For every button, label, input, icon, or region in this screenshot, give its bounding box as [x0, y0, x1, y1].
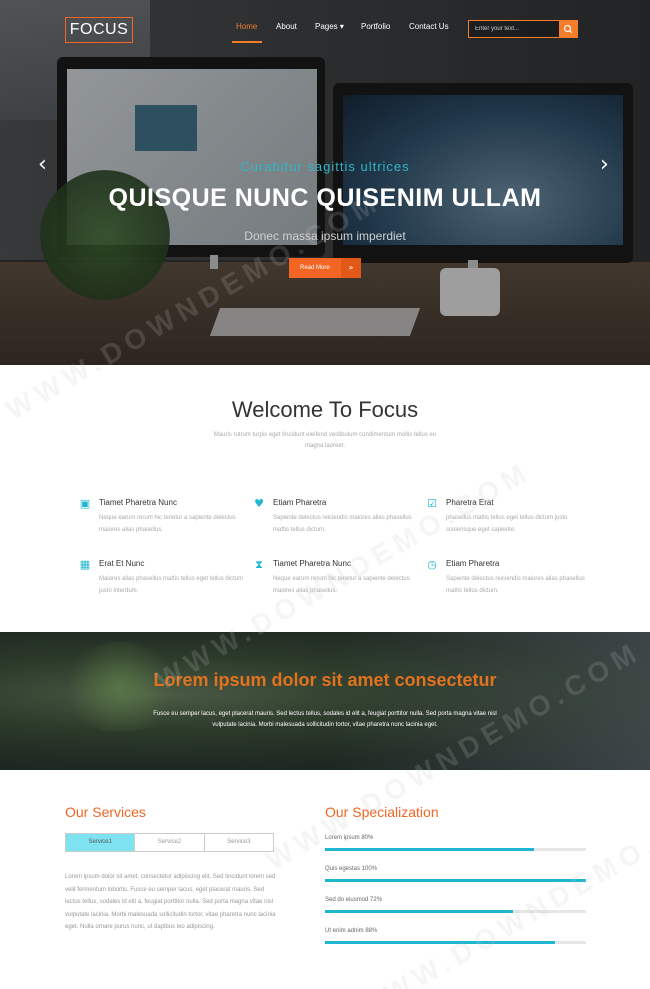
banner-blur-light	[330, 632, 650, 770]
welcome-title: Welcome To Focus	[231, 397, 419, 422]
nav-link-about[interactable]: About	[276, 22, 297, 31]
nav-item-contact[interactable]: Contact Us	[409, 22, 449, 31]
hero-title: QUISQUE NUNC QUISENIM ULLAM	[108, 184, 542, 212]
skill-track	[325, 941, 586, 944]
banner-title: Lorem ipsum dolor sit amet consectetur	[153, 670, 497, 690]
nav-link-pages[interactable]: Pages ▾	[315, 22, 344, 31]
nav-link-contact[interactable]: Contact Us	[409, 22, 449, 31]
feature-title: Erat Et Nunc	[99, 559, 145, 568]
double-chevron-right-icon: »	[341, 258, 361, 278]
clock-icon: ◷	[427, 558, 437, 571]
hero-tagline: Donec massa ipsum imperdiet	[244, 229, 406, 243]
skill-label: Ut enim adnim 88%	[325, 928, 378, 934]
calendar-icon: ▦	[79, 558, 91, 571]
checkbox-icon: ☑	[427, 497, 437, 510]
feature-title: Tiamet Pharetra Nunc	[273, 559, 351, 568]
tab-service3[interactable]: Service3	[205, 834, 273, 851]
nav-item-pages[interactable]: Pages ▾	[315, 22, 344, 31]
tab-service2[interactable]: Service2	[135, 834, 205, 851]
services-text: Lorem ipsum dolor sit amet, consectetur …	[65, 874, 276, 931]
read-more-button[interactable]: Read More »	[289, 258, 361, 278]
skill-track	[325, 910, 586, 913]
nav-item-about[interactable]: About	[276, 22, 297, 31]
search-box	[468, 20, 578, 38]
nav-active-underline	[232, 41, 262, 43]
feature-text: Sapiente delectus reiciendis maiores ali…	[273, 515, 412, 533]
skill-label: Sed do eiusmod 72%	[325, 897, 383, 903]
nav-link-portfolio[interactable]: Portfolio	[361, 22, 390, 31]
skill-bar: Ut enim adnim 88%	[325, 928, 586, 944]
banner-text: Fusce eu semper lacus, eget placerat mau…	[153, 711, 497, 728]
skill-bar: Quis egestas 100%	[325, 866, 586, 882]
feature-title: Pharetra Erat	[446, 498, 494, 507]
skill-fill	[325, 941, 555, 944]
skill-bar: Lorem ipsum 80%	[325, 835, 586, 851]
skill-label: Lorem ipsum 80%	[325, 835, 374, 841]
feature-text: Neque earum rerum hic tenetur a sapiente…	[99, 515, 236, 533]
heart-icon: ♥	[254, 497, 264, 510]
skill-track	[325, 879, 586, 882]
skill-fill	[325, 879, 586, 882]
search-input[interactable]	[469, 21, 561, 37]
services-tabs: Service1 Service2 Service3	[65, 833, 274, 852]
feature-title: Etiam Pharetra	[446, 559, 500, 568]
feature-title: Tiamet Pharetra Nunc	[99, 498, 177, 507]
specialization-title: Our Specialization	[325, 804, 439, 820]
hourglass-icon: ⧗	[255, 558, 263, 571]
search-button[interactable]	[559, 21, 577, 37]
feature-text: Maiores alias phasellus mattis tellus eg…	[99, 576, 244, 594]
skill-fill	[325, 848, 534, 851]
top-navbar: FOCUS Home About Pages ▾ Portfolio Conta…	[0, 0, 650, 60]
site-logo[interactable]: FOCUS	[65, 17, 133, 43]
hero-subtitle: Curabitur sagittis ultrices	[240, 159, 410, 174]
feature-text: Neque earum rerum hic tenetur a sapiente…	[273, 576, 410, 594]
skill-track	[325, 848, 586, 851]
nav-item-portfolio[interactable]: Portfolio	[361, 22, 390, 31]
skill-fill	[325, 910, 513, 913]
parallax-banner	[0, 632, 650, 770]
skill-bar: Sed do eiusmod 72%	[325, 897, 586, 913]
nav-item-home[interactable]: Home	[236, 22, 257, 31]
tab-service1[interactable]: Service1	[66, 834, 136, 851]
feature-title: Etiam Pharetra	[273, 498, 327, 507]
briefcase-icon: ▣	[79, 497, 91, 510]
feature-text: phasellus mattis tellus eget tellus dict…	[446, 515, 568, 533]
read-more-label: Read More	[300, 265, 330, 271]
skill-label: Quis egestas 100%	[325, 866, 378, 872]
welcome-text: Mauris rutrum turpis eget tincidunt elei…	[213, 432, 437, 449]
nav-link-home[interactable]: Home	[236, 22, 257, 31]
search-icon	[563, 24, 573, 34]
feature-text: Sapiente delectus reiciendis maiores ali…	[446, 576, 585, 594]
services-title: Our Services	[65, 804, 146, 820]
